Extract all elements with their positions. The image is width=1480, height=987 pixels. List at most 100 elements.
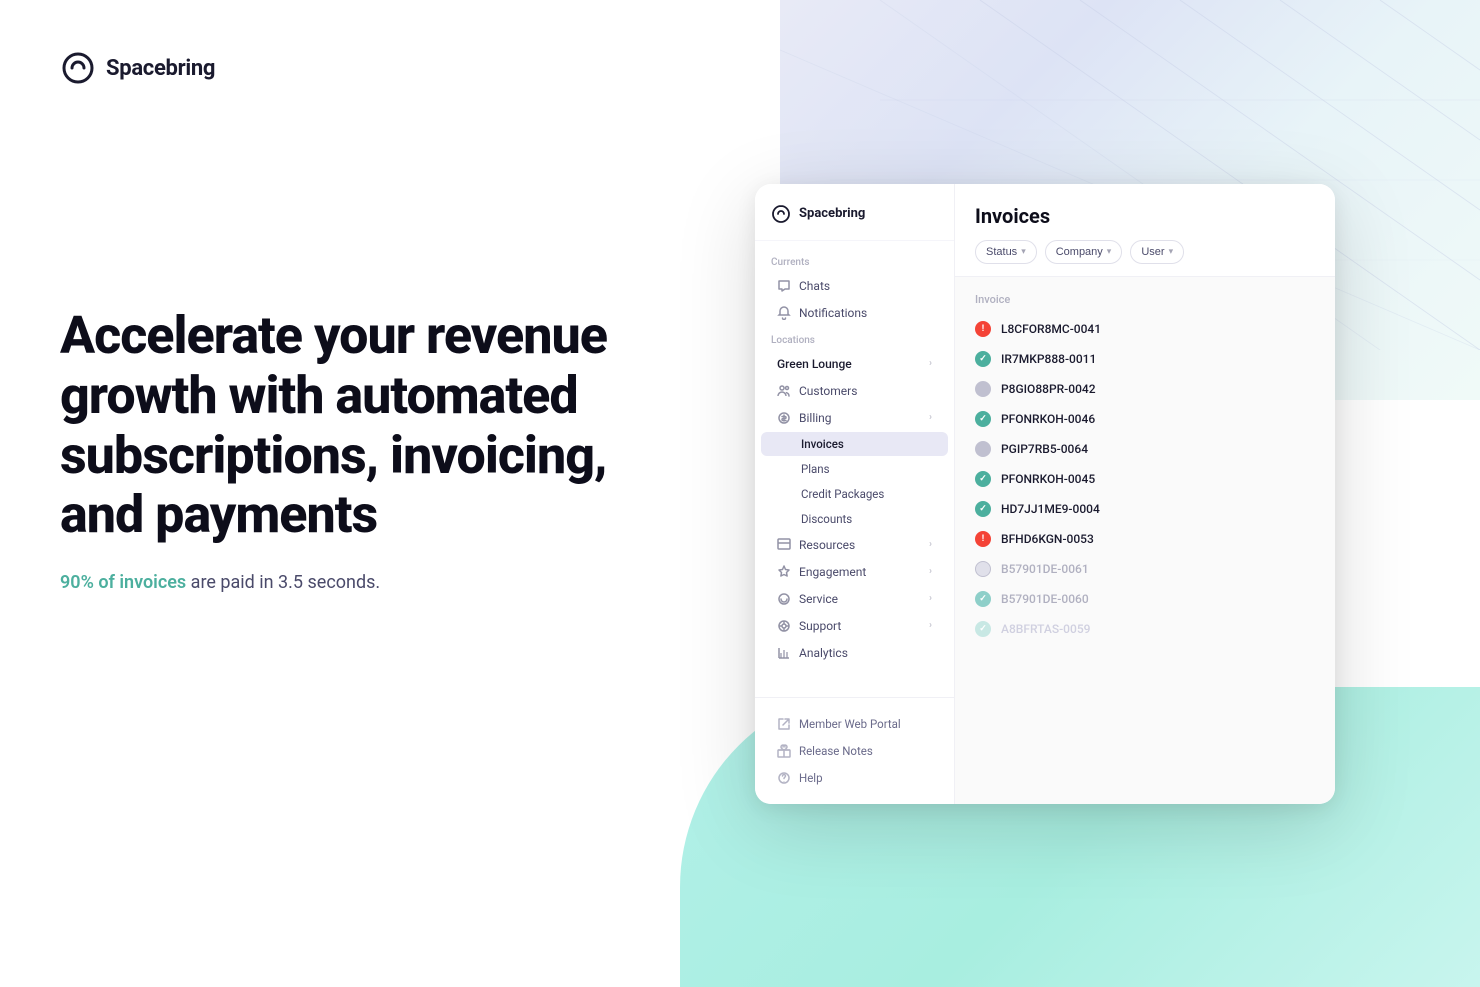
invoice-list: Invoice ! L8CFOR8MC-0041 ✓ IR7MKP888-001… <box>955 277 1335 804</box>
credit-packages-label: Credit Packages <box>801 487 884 501</box>
support-chevron: › <box>929 620 932 631</box>
invoice-column-header: Invoice <box>955 289 1335 314</box>
sidebar-item-member-web-portal[interactable]: Member Web Portal <box>761 711 948 737</box>
invoices-label: Invoices <box>801 437 844 451</box>
hero-title: Accelerate your revenue growth with auto… <box>60 306 610 545</box>
user-filter-btn[interactable]: User ▾ <box>1130 240 1184 264</box>
status-dot-pending <box>975 561 991 577</box>
status-filter-label: Status <box>986 246 1017 258</box>
status-dot-error: ! <box>975 321 991 337</box>
table-row[interactable]: ✓ PFONRKOH-0045 <box>955 464 1335 494</box>
plans-label: Plans <box>801 462 830 476</box>
table-row[interactable]: ✓ PFONRKOH-0046 <box>955 404 1335 434</box>
status-filter-btn[interactable]: Status ▾ <box>975 240 1037 264</box>
status-dot-success: ✓ <box>975 351 991 367</box>
company-filter-btn[interactable]: Company ▾ <box>1045 240 1123 264</box>
service-chevron: › <box>929 593 932 604</box>
support-label: Support <box>799 619 841 633</box>
invoice-id: BFHD6KGN-0053 <box>1001 532 1094 546</box>
sidebar-item-customers[interactable]: Customers <box>761 378 948 404</box>
invoices-panel: Invoices Status ▾ Company ▾ User ▾ <box>955 184 1335 804</box>
table-row[interactable]: ✓ B57901DE-0060 <box>955 584 1335 614</box>
invoice-id: PGIP7RB5-0064 <box>1001 442 1088 456</box>
sidebar-item-invoices[interactable]: Invoices <box>761 432 948 456</box>
green-lounge-label: Green Lounge <box>777 357 852 371</box>
logo-area: Spacebring <box>60 50 610 86</box>
status-dot-error: ! <box>975 531 991 547</box>
sidebar-item-notifications[interactable]: Notifications <box>761 300 948 326</box>
gift-icon <box>777 744 791 758</box>
company-filter-label: Company <box>1056 246 1103 258</box>
bell-icon <box>777 306 791 320</box>
resources-chevron: › <box>929 539 932 550</box>
engagement-label: Engagement <box>799 565 866 579</box>
hero-subtitle: 90% of invoices are paid in 3.5 seconds. <box>60 569 610 596</box>
sidebar-item-engagement[interactable]: Engagement › <box>761 559 948 585</box>
sidebar-item-billing[interactable]: Billing › <box>761 405 948 431</box>
sidebar-item-support[interactable]: Support › <box>761 613 948 639</box>
sidebar-item-credit-packages[interactable]: Credit Packages <box>761 482 948 506</box>
filter-row: Status ▾ Company ▾ User ▾ <box>975 240 1315 264</box>
customers-label: Customers <box>799 384 857 398</box>
invoice-id: HD7JJ1ME9-0004 <box>1001 502 1100 516</box>
invoice-id: A8BFRTAS-0059 <box>1001 622 1090 636</box>
currents-section-label: Currents <box>755 249 954 272</box>
sidebar-item-release-notes[interactable]: Release Notes <box>761 738 948 764</box>
content-header: Invoices Status ▾ Company ▾ User ▾ <box>955 184 1335 277</box>
user-filter-label: User <box>1141 246 1164 258</box>
hero-section: Accelerate your revenue growth with auto… <box>60 306 610 596</box>
help-label: Help <box>799 771 823 785</box>
service-icon <box>777 592 791 606</box>
invoice-id: IR7MKP888-0011 <box>1001 352 1096 366</box>
invoice-id: P8GIO88PR-0042 <box>1001 382 1096 396</box>
green-lounge-chevron: › <box>929 358 932 369</box>
discounts-label: Discounts <box>801 512 852 526</box>
help-icon <box>777 771 791 785</box>
spacebring-logo-icon <box>60 50 96 86</box>
engagement-chevron: › <box>929 566 932 577</box>
support-icon <box>777 619 791 633</box>
sidebar-nav: Currents Chats <box>755 241 954 697</box>
invoice-id: B57901DE-0060 <box>1001 592 1089 606</box>
sidebar-item-analytics[interactable]: Analytics <box>761 640 948 666</box>
invoice-id: B57901DE-0061 <box>1001 562 1089 576</box>
table-row[interactable]: P8GIO88PR-0042 <box>955 374 1335 404</box>
release-notes-label: Release Notes <box>799 744 873 758</box>
main-container: Spacebring Accelerate your revenue growt… <box>0 0 1480 987</box>
service-label: Service <box>799 592 838 606</box>
sidebar-item-resources[interactable]: Resources › <box>761 532 948 558</box>
sidebar-item-service[interactable]: Service › <box>761 586 948 612</box>
sidebar-item-help[interactable]: Help <box>761 765 948 791</box>
status-dot-very-dim: ✓ <box>975 621 991 637</box>
sidebar-logo-text: Spacebring <box>799 206 865 221</box>
invoice-id: L8CFOR8MC-0041 <box>1001 322 1101 336</box>
status-dot-dim-success: ✓ <box>975 591 991 607</box>
sidebar: Spacebring Currents Chats <box>755 184 955 804</box>
analytics-icon <box>777 646 791 660</box>
chat-icon <box>777 279 791 293</box>
table-row[interactable]: ✓ IR7MKP888-0011 <box>955 344 1335 374</box>
table-row[interactable]: ✓ HD7JJ1ME9-0004 <box>955 494 1335 524</box>
sidebar-item-discounts[interactable]: Discounts <box>761 507 948 531</box>
status-filter-chevron: ▾ <box>1021 246 1026 257</box>
status-dot-success: ✓ <box>975 471 991 487</box>
sidebar-item-chats[interactable]: Chats <box>761 273 948 299</box>
table-row[interactable]: ! BFHD6KGN-0053 <box>955 524 1335 554</box>
invoices-title: Invoices <box>975 204 1315 228</box>
sidebar-item-plans[interactable]: Plans <box>761 457 948 481</box>
table-row[interactable]: ✓ A8BFRTAS-0059 <box>955 614 1335 644</box>
engagement-icon <box>777 565 791 579</box>
table-row[interactable]: B57901DE-0061 <box>955 554 1335 584</box>
table-row[interactable]: PGIP7RB5-0064 <box>955 434 1335 464</box>
status-dot-gray <box>975 441 991 457</box>
hero-highlight: 90% of invoices <box>60 572 186 593</box>
billing-label: Billing <box>799 411 832 425</box>
table-row[interactable]: ! L8CFOR8MC-0041 <box>955 314 1335 344</box>
logo-text: Spacebring <box>106 56 215 81</box>
locations-section-label: Locations <box>755 327 954 350</box>
sidebar-item-green-lounge[interactable]: Green Lounge › <box>761 351 948 377</box>
status-dot-gray <box>975 381 991 397</box>
invoice-id: PFONRKOH-0046 <box>1001 412 1095 426</box>
sidebar-footer: Member Web Portal Release Notes <box>755 697 954 804</box>
app-window: Spacebring Currents Chats <box>755 184 1335 804</box>
